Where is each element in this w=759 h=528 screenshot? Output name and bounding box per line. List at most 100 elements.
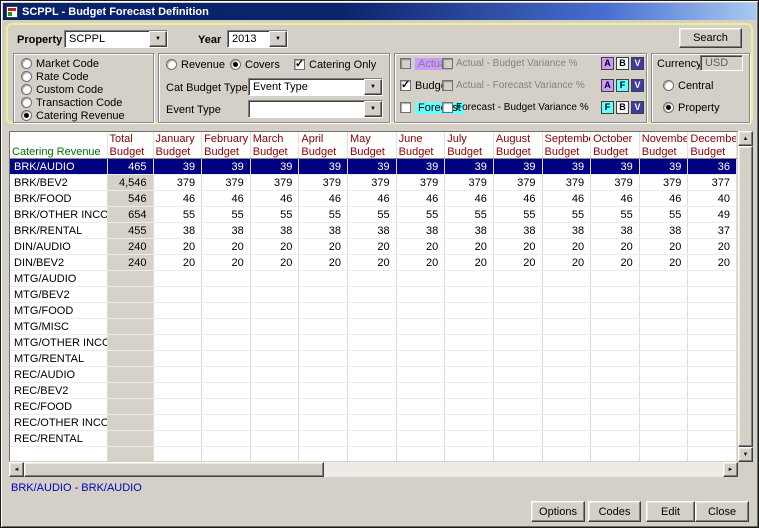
cell[interactable]: 379 (591, 175, 640, 191)
cell[interactable]: 654 (107, 207, 153, 223)
cell[interactable] (542, 415, 591, 431)
cell[interactable] (542, 431, 591, 447)
cell[interactable]: 39 (250, 159, 299, 175)
cell[interactable]: 39 (542, 159, 591, 175)
cell[interactable] (202, 415, 251, 431)
cell[interactable] (493, 271, 542, 287)
cell[interactable] (688, 367, 737, 383)
cell[interactable]: 455 (107, 223, 153, 239)
cell[interactable] (445, 271, 494, 287)
cell[interactable]: 4,546 (107, 175, 153, 191)
vertical-scrollbar[interactable]: ▲ ▼ (738, 131, 753, 462)
row-label[interactable]: BRK/AUDIO (10, 159, 107, 175)
cell[interactable]: 46 (591, 191, 640, 207)
cell[interactable] (396, 431, 445, 447)
cell[interactable] (542, 271, 591, 287)
cell[interactable] (202, 303, 251, 319)
row-label[interactable]: REC/FOOD (10, 399, 107, 415)
cell[interactable] (250, 303, 299, 319)
cell[interactable] (591, 319, 640, 335)
cell[interactable] (445, 399, 494, 415)
cell[interactable]: 37 (688, 223, 737, 239)
cell[interactable] (107, 319, 153, 335)
year-combo[interactable]: 2013 ▼ (227, 30, 288, 48)
cell[interactable]: 20 (445, 239, 494, 255)
cell[interactable] (493, 415, 542, 431)
cell[interactable] (250, 383, 299, 399)
row-label[interactable]: MTG/BEV2 (10, 287, 107, 303)
cell[interactable] (250, 399, 299, 415)
cell[interactable] (688, 319, 737, 335)
cell[interactable] (688, 431, 737, 447)
row-label[interactable]: REC/RENTAL (10, 431, 107, 447)
cell[interactable] (445, 351, 494, 367)
row-label[interactable]: DIN/AUDIO (10, 239, 107, 255)
cell[interactable] (153, 319, 202, 335)
cell[interactable]: 39 (493, 159, 542, 175)
event-type-combo[interactable]: ▼ (248, 100, 383, 118)
cell[interactable]: 38 (542, 223, 591, 239)
cell[interactable]: 55 (542, 207, 591, 223)
cell[interactable] (688, 383, 737, 399)
cell[interactable] (688, 271, 737, 287)
cell[interactable]: 46 (153, 191, 202, 207)
cell[interactable] (348, 367, 397, 383)
cell[interactable] (639, 351, 688, 367)
cell[interactable]: 379 (542, 175, 591, 191)
cell[interactable]: 20 (688, 239, 737, 255)
cell[interactable]: 38 (299, 223, 348, 239)
cell[interactable] (688, 287, 737, 303)
row-label[interactable]: BRK/RENTAL (10, 223, 107, 239)
cell[interactable] (299, 335, 348, 351)
cell[interactable] (396, 335, 445, 351)
cell[interactable] (493, 367, 542, 383)
cell[interactable] (445, 415, 494, 431)
cell[interactable]: 55 (153, 207, 202, 223)
cell[interactable] (591, 351, 640, 367)
cell[interactable] (202, 383, 251, 399)
cell[interactable] (202, 287, 251, 303)
cell[interactable] (299, 287, 348, 303)
cell[interactable]: 36 (688, 159, 737, 175)
cell[interactable] (639, 431, 688, 447)
cell[interactable]: 379 (639, 175, 688, 191)
cell[interactable] (493, 335, 542, 351)
cell[interactable] (445, 367, 494, 383)
cell[interactable] (107, 335, 153, 351)
cell[interactable] (639, 271, 688, 287)
cell[interactable] (299, 271, 348, 287)
cell[interactable] (153, 415, 202, 431)
cell[interactable] (153, 383, 202, 399)
cell[interactable] (396, 319, 445, 335)
checkbox-catering-only[interactable]: Catering Only (294, 58, 376, 71)
cell[interactable] (445, 335, 494, 351)
cell[interactable]: 40 (688, 191, 737, 207)
cell[interactable] (396, 351, 445, 367)
cell[interactable] (202, 399, 251, 415)
cell[interactable]: 39 (445, 159, 494, 175)
cell[interactable] (348, 351, 397, 367)
scroll-right-button[interactable]: ► (723, 462, 738, 477)
cell[interactable] (250, 415, 299, 431)
radio-market-code[interactable]: Market Code (21, 57, 99, 70)
cell[interactable] (153, 287, 202, 303)
cell[interactable] (493, 303, 542, 319)
cell[interactable]: 20 (542, 255, 591, 271)
cat-budget-type-dropdown-button[interactable]: ▼ (364, 79, 382, 95)
cell[interactable] (639, 287, 688, 303)
cell[interactable] (299, 351, 348, 367)
cell[interactable] (202, 367, 251, 383)
radio-revenue[interactable]: Revenue (166, 58, 225, 71)
cell[interactable] (348, 271, 397, 287)
cell[interactable]: 379 (299, 175, 348, 191)
cell[interactable] (493, 319, 542, 335)
cell[interactable] (591, 399, 640, 415)
cell[interactable] (445, 431, 494, 447)
cell[interactable]: 379 (153, 175, 202, 191)
cell[interactable] (107, 287, 153, 303)
cell[interactable]: 20 (202, 255, 251, 271)
cell[interactable] (299, 383, 348, 399)
cell[interactable] (153, 399, 202, 415)
cell[interactable]: 38 (202, 223, 251, 239)
cell[interactable] (591, 335, 640, 351)
